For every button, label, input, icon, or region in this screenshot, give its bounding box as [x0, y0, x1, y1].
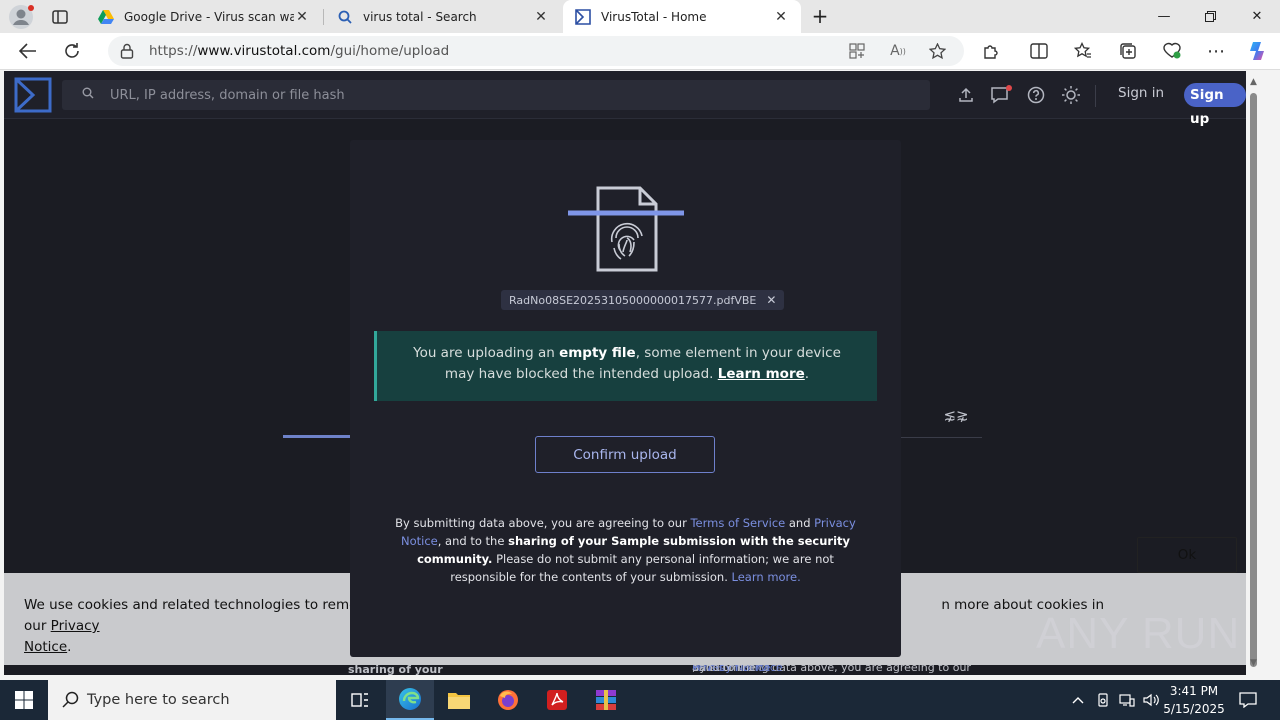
file-name: RadNo08SE20253105000000017577.pdfVBE [509, 293, 757, 307]
acrobat-icon[interactable] [533, 680, 581, 720]
terms-text: By submitting data above, you are agreei… [395, 516, 856, 584]
fingerprint-file-icon [564, 186, 688, 272]
restore-button[interactable] [1187, 0, 1233, 33]
close-tab-icon[interactable]: ✕ [294, 9, 310, 25]
header-divider [1095, 85, 1096, 107]
tab-actions-icon[interactable] [50, 7, 70, 27]
task-view-icon[interactable] [336, 680, 384, 720]
sign-in-link[interactable]: Sign in [1118, 85, 1164, 101]
anyrun-watermark: ANY RUN [1036, 609, 1241, 658]
virustotal-logo-icon[interactable] [14, 77, 52, 113]
close-tab-icon[interactable]: ✕ [773, 9, 789, 25]
back-button[interactable] [14, 37, 42, 65]
volume-icon[interactable] [1140, 680, 1162, 720]
background-divider [901, 437, 982, 438]
profile-icon[interactable] [8, 4, 34, 30]
vt-search-box[interactable] [62, 80, 930, 110]
code-icon[interactable]: ⋦⋧ [943, 404, 968, 426]
notifications-chat-icon[interactable] [990, 84, 1012, 106]
vt-search-input[interactable] [110, 85, 910, 105]
close-window-button[interactable]: ✕ [1234, 0, 1280, 33]
new-tab-button[interactable]: + [808, 4, 832, 28]
windows-taskbar: Type here to search 3:41 PM 5/15/2025 [0, 680, 1280, 720]
minimize-button[interactable]: — [1141, 0, 1187, 33]
lock-icon[interactable] [120, 43, 134, 59]
file-chip: RadNo08SE20253105000000017577.pdfVBE ✕ [501, 290, 785, 310]
cookie-ok-button[interactable]: Ok [1137, 537, 1237, 573]
virustotal-header: Sign in Sign up [4, 71, 1246, 127]
windows-start-icon[interactable] [0, 680, 48, 720]
cookie-privacy-link[interactable]: Privacy [51, 618, 100, 634]
url-text: https://www.virustotal.com/gui/home/uplo… [149, 43, 450, 59]
cookie-notice-link[interactable]: Notice [24, 639, 67, 655]
winrar-icon[interactable] [582, 680, 630, 720]
sign-up-button[interactable]: Sign up [1184, 83, 1246, 127]
search-icon [62, 691, 79, 712]
read-aloud-icon[interactable]: A)) [889, 42, 907, 60]
scroll-up-icon[interactable]: ▲ [1248, 77, 1259, 87]
terms-of-service-link[interactable]: Terms of Service [690, 516, 785, 530]
tab-title: virus total - Search [363, 9, 477, 24]
browser-toolbar: https://www.virustotal.com/gui/home/uplo… [0, 33, 1280, 70]
tab-virustotal[interactable]: VirusTotal - Home ✕ [563, 0, 801, 33]
tab-title: VirusTotal - Home [601, 9, 707, 24]
google-drive-icon [98, 9, 114, 25]
close-tab-icon[interactable]: ✕ [533, 9, 549, 25]
split-screen-icon[interactable] [1025, 37, 1053, 65]
alert-learn-more-link[interactable]: Learn more [718, 366, 805, 382]
taskbar-clock[interactable]: 3:41 PM 5/15/2025 [1163, 682, 1225, 718]
tab-title: Google Drive - Virus scan warning [124, 9, 294, 24]
search-icon [337, 9, 353, 25]
taskbar-search-placeholder: Type here to search [87, 692, 230, 708]
clock-time: 3:41 PM [1169, 684, 1219, 698]
notification-center-icon[interactable] [1234, 680, 1262, 720]
address-bar[interactable]: https://www.virustotal.com/gui/home/uplo… [108, 36, 964, 66]
page-footer-text: By submitting data above, you are agreei… [4, 665, 1246, 675]
collections-icon[interactable] [1114, 37, 1142, 65]
edge-taskbar-icon[interactable] [386, 680, 434, 720]
scroll-down-icon[interactable]: ▼ [1248, 658, 1259, 668]
confirm-upload-button[interactable]: Confirm upload [535, 436, 715, 473]
tab-indicator-line [283, 435, 353, 438]
show-hidden-icons-icon[interactable] [1068, 680, 1088, 720]
page-viewport: Sign in Sign up ⋦⋧ We use cookies and re… [4, 71, 1246, 675]
file-explorer-icon[interactable] [435, 680, 483, 720]
scrollbar-thumb[interactable] [1250, 93, 1257, 667]
firefox-icon[interactable] [484, 680, 532, 720]
upload-icon[interactable] [955, 84, 977, 106]
search-icon [82, 87, 96, 101]
network-icon[interactable] [1116, 680, 1138, 720]
tab-google-drive[interactable]: Google Drive - Virus scan warning ✕ [86, 0, 322, 33]
empty-file-alert: You are uploading an empty file, some el… [374, 331, 877, 401]
clock-date: 5/15/2025 [1163, 702, 1225, 716]
favorites-icon[interactable] [1069, 37, 1097, 65]
refresh-button[interactable] [58, 37, 86, 65]
tab-bing-search[interactable]: virus total - Search ✕ [325, 0, 561, 33]
remove-file-icon[interactable]: ✕ [766, 293, 776, 307]
device-icon[interactable] [1092, 680, 1114, 720]
browser-tab-strip: Google Drive - Virus scan warning ✕ viru… [0, 0, 1280, 33]
help-icon[interactable] [1025, 84, 1047, 106]
extensions-icon[interactable] [977, 37, 1005, 65]
favorite-star-icon[interactable] [928, 42, 946, 60]
more-menu-icon[interactable]: ⋯ [1202, 37, 1230, 65]
upload-modal: RadNo08SE20253105000000017577.pdfVBE ✕ Y… [350, 140, 901, 657]
copilot-icon[interactable] [1244, 37, 1272, 65]
page-scrollbar[interactable]: ▲ ▼ [1246, 71, 1276, 675]
browser-essentials-icon[interactable] [1158, 37, 1186, 65]
terms-learn-more-link[interactable]: Learn more. [732, 570, 801, 584]
theme-toggle-icon[interactable] [1060, 84, 1082, 106]
virustotal-icon [575, 8, 591, 25]
app-available-icon[interactable] [848, 42, 866, 60]
tab-separator [323, 9, 324, 25]
taskbar-search-box[interactable]: Type here to search [48, 680, 336, 720]
